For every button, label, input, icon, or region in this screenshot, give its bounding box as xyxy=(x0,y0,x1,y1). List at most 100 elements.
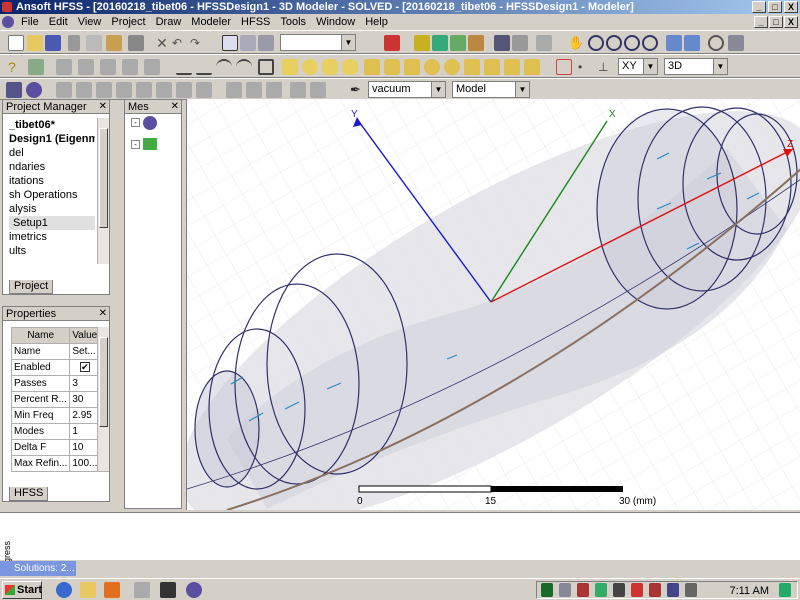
excitation-icon[interactable] xyxy=(26,82,42,98)
property-value[interactable]: 2.95 xyxy=(69,407,101,424)
tab-hfss[interactable]: HFSS xyxy=(9,487,49,501)
plane-combo[interactable]: XY ▼ xyxy=(618,58,658,75)
dynamic-zoom-icon[interactable] xyxy=(642,35,658,51)
torus-icon[interactable] xyxy=(444,59,460,75)
menu-help[interactable]: Help xyxy=(360,14,393,30)
draw-object-icon[interactable] xyxy=(56,82,72,98)
menu-hfss[interactable]: HFSS xyxy=(236,14,275,30)
project-tree-scrollbar[interactable] xyxy=(97,118,109,264)
scale-icon[interactable] xyxy=(176,82,192,98)
menu-draw[interactable]: Draw xyxy=(151,14,187,30)
property-value[interactable]: 1 xyxy=(69,423,101,440)
menu-edit[interactable]: Edit xyxy=(44,14,73,30)
chevron-down-icon[interactable]: ▼ xyxy=(713,59,727,74)
table-row[interactable]: Passes 3 xyxy=(10,375,109,392)
selection-combo[interactable]: ▼ xyxy=(280,34,356,51)
redo-icon[interactable]: ↷ xyxy=(190,35,206,51)
tray-network-icon[interactable] xyxy=(595,583,607,597)
plane-icon[interactable]: ⊥ xyxy=(598,59,614,75)
property-value[interactable]: 100... xyxy=(69,455,101,472)
tab-project[interactable]: Project xyxy=(9,280,54,294)
tree-item-design[interactable]: Design1 (Eigenmode) xyxy=(9,132,95,146)
undo-icon[interactable]: ↶ xyxy=(172,35,188,51)
new-file-icon[interactable] xyxy=(8,35,24,51)
clock[interactable]: 7:11 AM xyxy=(729,583,769,599)
hfss-taskbar-icon[interactable] xyxy=(186,582,202,598)
show-icon[interactable] xyxy=(246,82,262,98)
rotate-local-icon[interactable] xyxy=(606,35,622,51)
menu-project[interactable]: Project xyxy=(106,14,150,30)
tree-item-optimetrics[interactable]: imetrics xyxy=(9,230,95,244)
model-canvas[interactable]: Y X Z 0 15 30 (mm) xyxy=(187,99,800,510)
tree-item-analysis[interactable]: alysis xyxy=(9,202,95,216)
rectangle-icon[interactable] xyxy=(282,59,298,75)
close-icon[interactable]: ✕ xyxy=(99,100,107,114)
results-icon[interactable] xyxy=(468,35,484,51)
property-value[interactable]: 30 xyxy=(69,391,101,408)
polyline-icon[interactable] xyxy=(258,59,274,75)
wireframe-icon[interactable] xyxy=(266,82,282,98)
circle-icon[interactable] xyxy=(302,59,318,75)
split-icon[interactable] xyxy=(122,59,138,75)
tray-sync-icon[interactable] xyxy=(667,583,679,597)
ellipse-icon[interactable] xyxy=(342,59,358,75)
helix-icon[interactable] xyxy=(464,59,480,75)
maximize-button[interactable]: □ xyxy=(768,1,782,13)
open-folder-icon[interactable] xyxy=(27,35,43,51)
spline-icon[interactable] xyxy=(196,59,212,75)
regular-polygon-icon[interactable] xyxy=(322,59,338,75)
tray-pdf-icon[interactable] xyxy=(649,583,661,597)
menu-window[interactable]: Window xyxy=(311,14,360,30)
spiral-icon[interactable] xyxy=(484,59,500,75)
enabled-checkbox[interactable]: ✔ xyxy=(69,359,101,376)
minimize-button[interactable]: _ xyxy=(752,1,766,13)
properties-scrollbar[interactable] xyxy=(97,327,109,471)
menu-view[interactable]: View xyxy=(73,14,107,30)
copy-icon[interactable] xyxy=(86,35,102,51)
table-row[interactable]: Enabled ✔ xyxy=(10,359,109,376)
tray-app-icon[interactable] xyxy=(541,583,553,597)
print-icon[interactable] xyxy=(128,35,144,51)
design-node-icon[interactable] xyxy=(143,138,157,150)
close-button[interactable]: X xyxy=(784,1,798,13)
hide-icon[interactable] xyxy=(226,82,242,98)
coordinate-system-icon[interactable] xyxy=(556,59,572,75)
close-icon[interactable]: ✕ xyxy=(171,100,179,114)
tray-monitor-icon[interactable] xyxy=(559,583,571,597)
info-icon[interactable] xyxy=(384,35,400,51)
tray-display-icon[interactable] xyxy=(685,583,697,597)
table-row[interactable]: Max Refin... 100... xyxy=(10,455,109,472)
tray-status-icon[interactable] xyxy=(779,583,791,597)
menu-modeler[interactable]: Modeler xyxy=(186,14,236,30)
boundary-icon[interactable] xyxy=(6,82,22,98)
menu-tools[interactable]: Tools xyxy=(275,14,311,30)
rotate-screen-icon[interactable] xyxy=(624,35,640,51)
chevron-down-icon[interactable]: ▼ xyxy=(643,59,657,74)
fillet-icon[interactable] xyxy=(196,82,212,98)
mdi-minimize-button[interactable]: _ xyxy=(754,16,768,28)
tree-item-results[interactable]: ults xyxy=(9,244,95,258)
mdi-restore-button[interactable]: □ xyxy=(769,16,783,28)
paste-icon[interactable] xyxy=(106,35,122,51)
duplicate-icon[interactable] xyxy=(156,82,172,98)
chevron-down-icon[interactable]: ▼ xyxy=(341,35,355,50)
hfss-node-icon[interactable] xyxy=(143,116,157,130)
zoom-in-icon[interactable] xyxy=(666,35,682,51)
volume-icon[interactable] xyxy=(613,583,625,597)
save-icon[interactable] xyxy=(45,35,61,51)
tree-item-excitations[interactable]: itations xyxy=(9,174,95,188)
media-icon[interactable] xyxy=(104,582,120,598)
property-value[interactable]: 10 xyxy=(69,439,101,456)
table-row[interactable]: Percent R... 30 xyxy=(10,391,109,408)
sweep-icon[interactable] xyxy=(144,59,160,75)
menu-file[interactable]: File xyxy=(16,14,44,30)
property-value[interactable]: 3 xyxy=(69,375,101,392)
pan-hand-icon[interactable]: ✋ xyxy=(568,35,584,51)
modeler-viewport[interactable]: Y X Z 0 15 30 (mm) xyxy=(186,99,800,510)
view-mode-combo[interactable]: 3D ▼ xyxy=(664,58,728,75)
tree-item-boundaries[interactable]: ndaries xyxy=(9,160,95,174)
cylinder-icon[interactable] xyxy=(384,59,400,75)
expand-icon[interactable]: - xyxy=(131,140,140,149)
fit-all-icon[interactable] xyxy=(728,35,744,51)
terminal-icon[interactable] xyxy=(160,582,176,598)
